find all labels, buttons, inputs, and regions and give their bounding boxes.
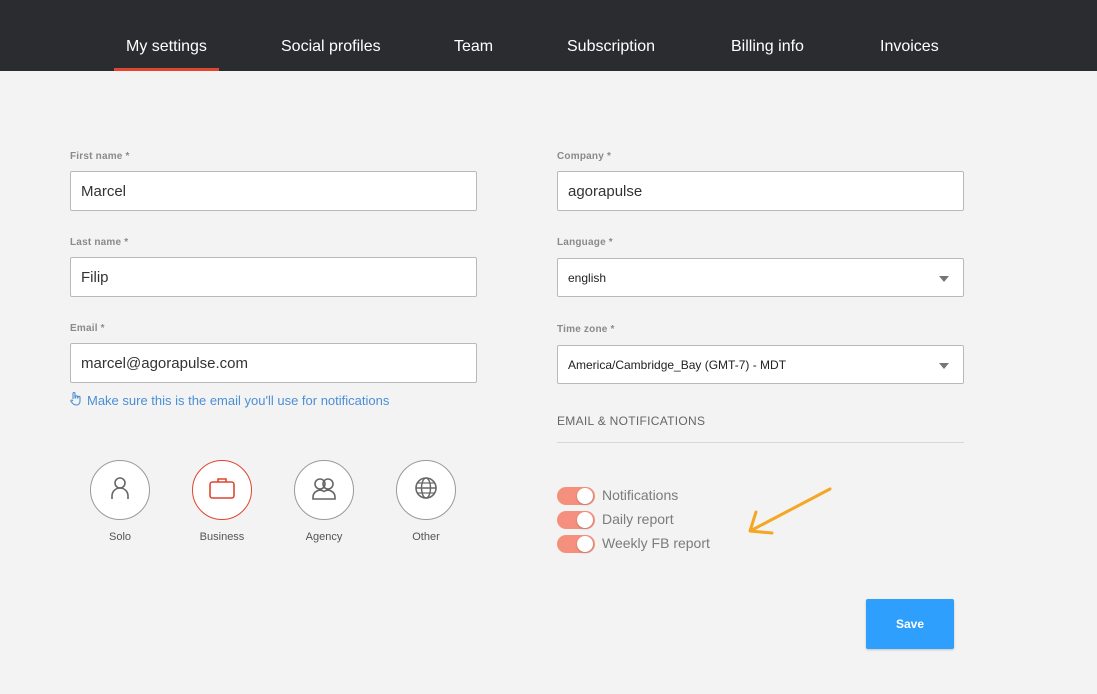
- first-name-label: First name *: [70, 151, 130, 162]
- role-agency[interactable]: [294, 460, 354, 520]
- top-nav: My settings Social profiles Team Subscri…: [0, 0, 1097, 71]
- chevron-down-icon: [939, 363, 949, 369]
- role-business-label: Business: [199, 531, 245, 543]
- pointing-hand-icon: [70, 391, 84, 409]
- save-button[interactable]: Save: [866, 599, 954, 649]
- email-hint-text: Make sure this is the email you'll use f…: [87, 393, 390, 408]
- timezone-select[interactable]: America/Cambridge_Bay (GMT-7) - MDT: [557, 345, 964, 384]
- role-other[interactable]: [396, 460, 456, 520]
- role-solo-label: Solo: [108, 531, 132, 543]
- tab-billing-info[interactable]: Billing info: [731, 38, 804, 56]
- toggle-notifications-label: Notifications: [602, 487, 679, 503]
- language-label: Language *: [557, 237, 613, 248]
- toggle-daily-report[interactable]: Daily report: [557, 510, 737, 530]
- toggle-weekly-fb-report[interactable]: Weekly FB report: [557, 534, 737, 554]
- role-business[interactable]: [192, 460, 252, 520]
- last-name-label: Last name *: [70, 237, 129, 248]
- group-icon: [310, 475, 338, 506]
- toggle-weekly-fb-report-label: Weekly FB report: [602, 535, 710, 551]
- toggle-daily-report-label: Daily report: [602, 511, 674, 527]
- annotation-arrow-icon: [748, 487, 832, 535]
- company-input[interactable]: [557, 171, 964, 211]
- toggle-switch[interactable]: [557, 511, 595, 529]
- first-name-input[interactable]: [70, 171, 477, 211]
- toggle-switch[interactable]: [557, 535, 595, 553]
- last-name-input[interactable]: [70, 257, 477, 297]
- person-icon: [108, 475, 132, 506]
- tab-social-profiles[interactable]: Social profiles: [281, 38, 381, 56]
- language-value: english: [568, 271, 607, 285]
- tab-invoices[interactable]: Invoices: [880, 38, 939, 56]
- briefcase-icon: [208, 476, 236, 505]
- toggle-notifications[interactable]: Notifications: [557, 486, 737, 506]
- role-agency-label: Agency: [305, 531, 343, 543]
- company-label: Company *: [557, 151, 612, 162]
- section-divider: [557, 442, 964, 443]
- email-hint[interactable]: Make sure this is the email you'll use f…: [70, 391, 390, 409]
- timezone-value: America/Cambridge_Bay (GMT-7) - MDT: [568, 358, 787, 372]
- role-other-label: Other: [412, 531, 440, 543]
- language-select[interactable]: english: [557, 258, 964, 297]
- tab-team[interactable]: Team: [454, 38, 493, 56]
- toggle-switch[interactable]: [557, 487, 595, 505]
- timezone-label: Time zone *: [557, 324, 615, 335]
- email-label: Email *: [70, 323, 105, 334]
- email-input[interactable]: [70, 343, 477, 383]
- notifications-section-title: EMAIL & NOTIFICATIONS: [557, 414, 706, 428]
- role-solo[interactable]: [90, 460, 150, 520]
- tab-subscription[interactable]: Subscription: [567, 38, 655, 56]
- globe-icon: [413, 475, 439, 506]
- chevron-down-icon: [939, 276, 949, 282]
- tab-my-settings[interactable]: My settings: [114, 38, 219, 71]
